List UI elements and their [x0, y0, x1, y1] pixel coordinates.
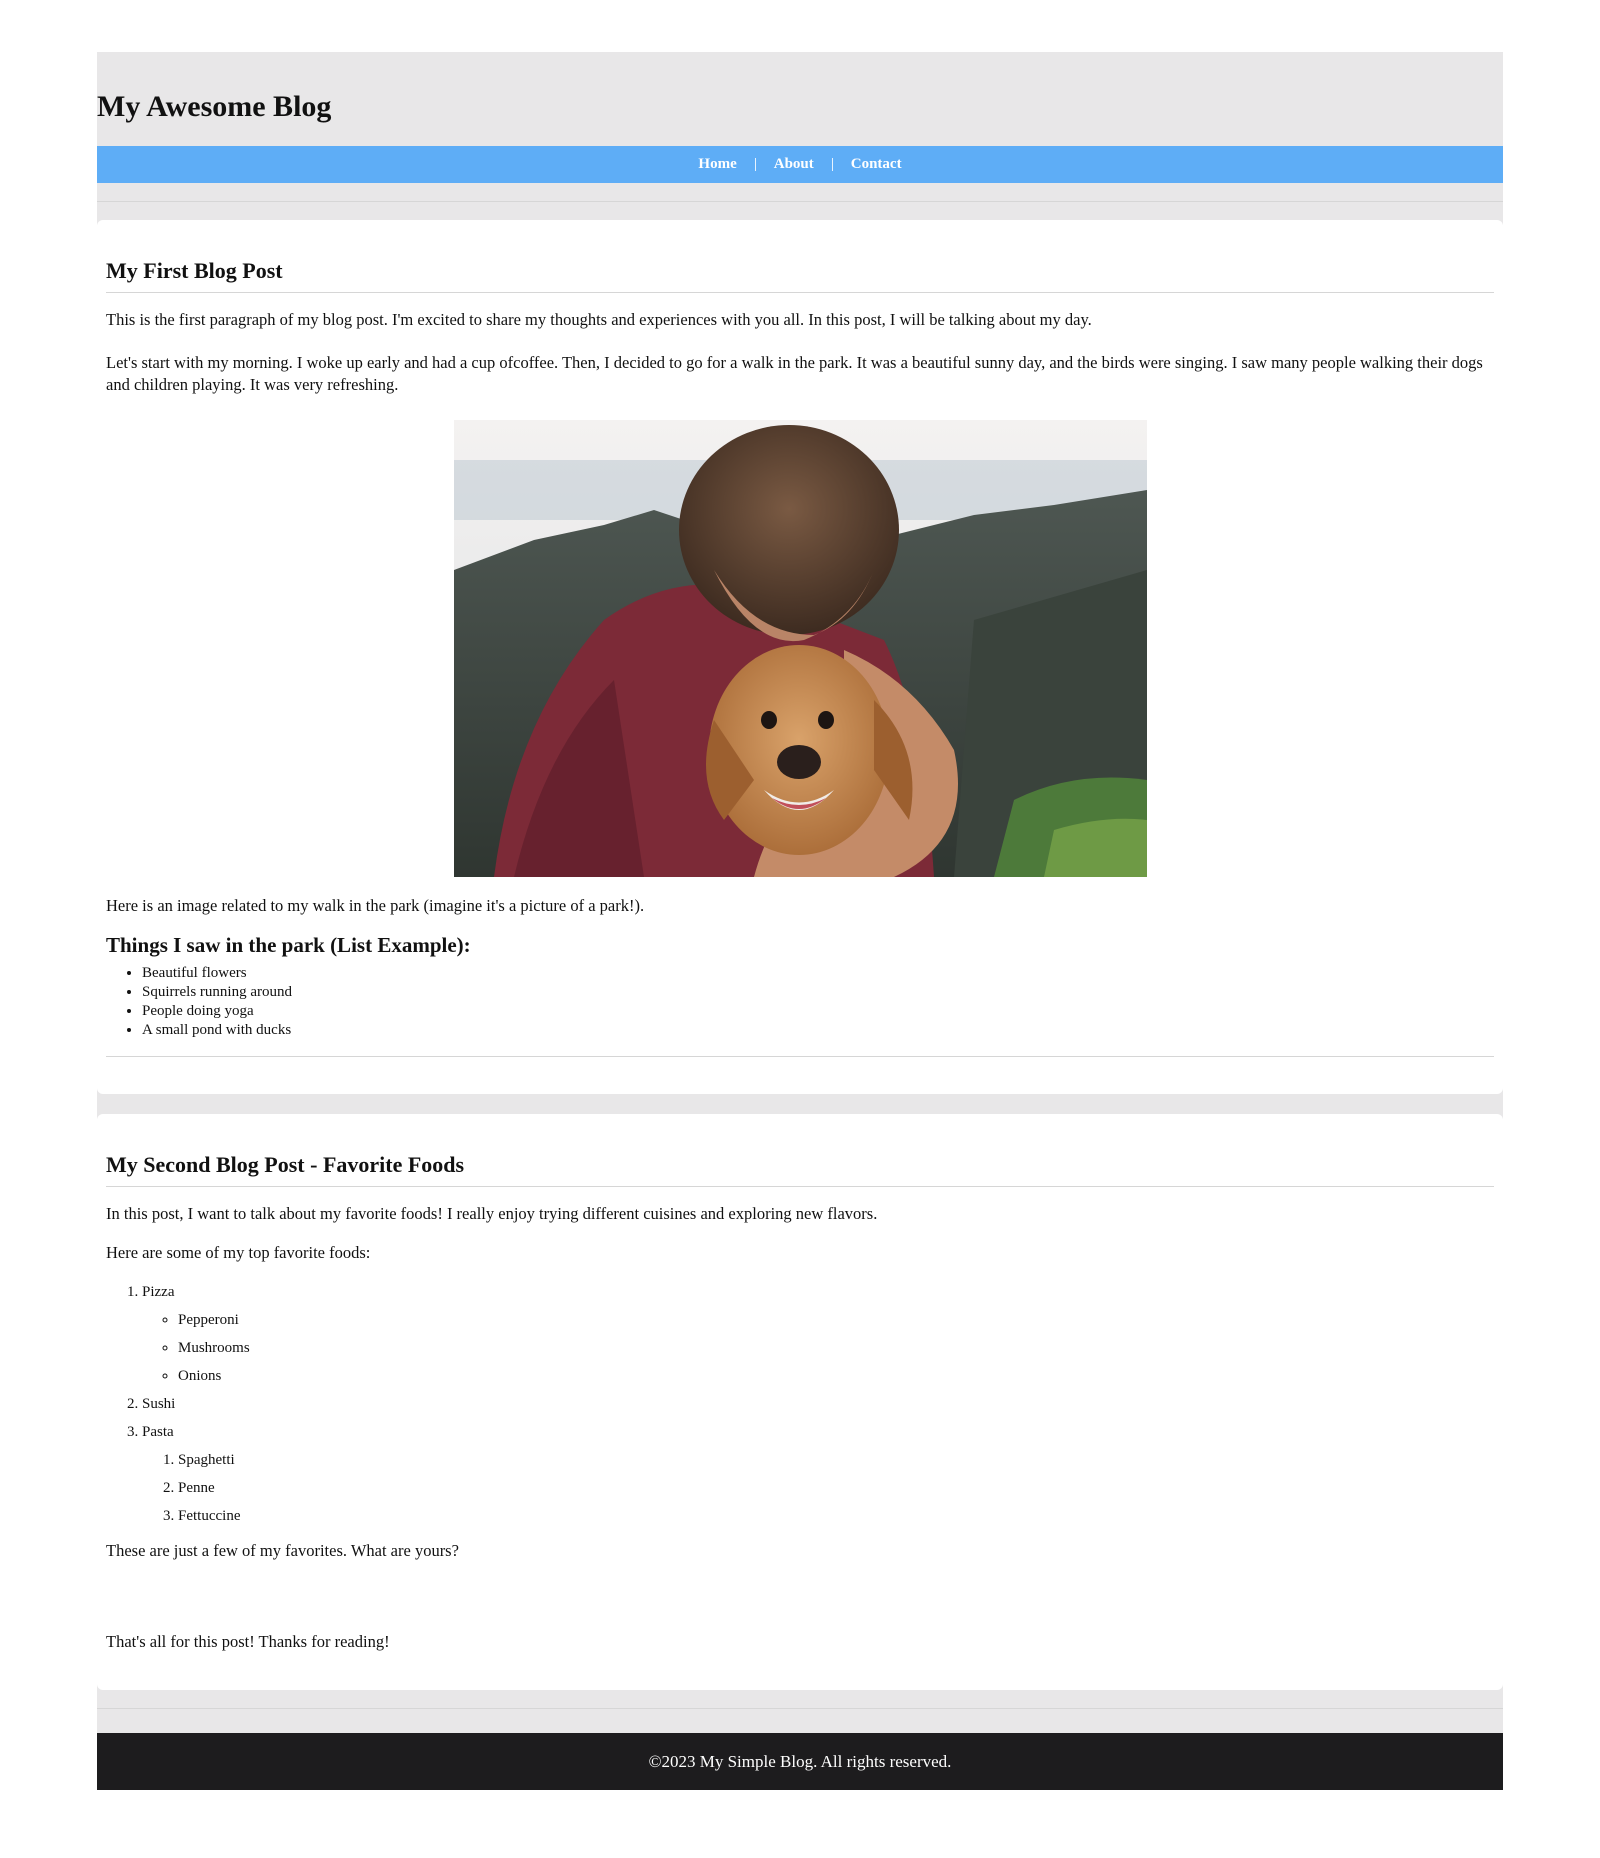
list-item: Penne	[178, 1474, 1494, 1502]
food-item: Pizza	[142, 1283, 175, 1300]
post-title: My Second Blog Post - Favorite Foods	[106, 1151, 1494, 1187]
list-item: Spaghetti	[178, 1446, 1494, 1474]
food-item: Pasta	[142, 1423, 174, 1440]
page-container: My Awesome Blog Home About Contact My Fi…	[97, 52, 1503, 1790]
nav-separator	[831, 158, 833, 171]
list-item: Sushi	[142, 1390, 1494, 1418]
nav-about-link[interactable]: About	[756, 156, 832, 173]
list-item: Pasta Spaghetti Penne Fettuccine	[142, 1418, 1494, 1530]
favorite-foods-list: Pizza Pepperoni Mushrooms Onions Sushi P…	[106, 1278, 1494, 1530]
post-divider	[106, 1055, 1494, 1057]
list-item: Pizza Pepperoni Mushrooms Onions	[142, 1278, 1494, 1390]
post-paragraph: Let's start with my morning. I woke up e…	[106, 352, 1483, 394]
site-title: My Awesome Blog	[97, 90, 332, 123]
post-paragraph: Here are some of my top favorite foods:	[106, 1242, 371, 1262]
post-paragraph: In this post, I want to talk about my fa…	[106, 1203, 878, 1223]
list-item: Mushrooms	[178, 1334, 1494, 1362]
main-content: My First Blog Post This is the first par…	[97, 220, 1503, 1709]
nav-home-link[interactable]: Home	[680, 156, 754, 173]
pasta-types-list: Spaghetti Penne Fettuccine	[142, 1446, 1494, 1530]
blog-post-first: My First Blog Post This is the first par…	[97, 220, 1503, 1094]
post-paragraph: These are just a few of my favorites. Wh…	[106, 1540, 459, 1560]
post-title: My First Blog Post	[106, 257, 1494, 293]
list-item: Onions	[178, 1362, 1494, 1390]
post-image-container	[106, 419, 1494, 877]
list-item: Squirrels running around	[142, 983, 1494, 1002]
park-list: Beautiful flowers Squirrels running arou…	[106, 964, 1494, 1040]
site-footer: ©2023 My Simple Blog. All rights reserve…	[97, 1733, 1503, 1790]
site-header: My Awesome Blog	[97, 52, 1503, 146]
list-item: People doing yoga	[142, 1002, 1494, 1021]
pizza-toppings-list: Pepperoni Mushrooms Onions	[142, 1306, 1494, 1390]
post-paragraph: That's all for this post! Thanks for rea…	[106, 1631, 390, 1651]
list-item: Beautiful flowers	[142, 964, 1494, 983]
post-paragraph: This is the first paragraph of my blog p…	[106, 309, 1092, 329]
divider	[97, 1708, 1503, 1709]
main-nav: Home About Contact	[97, 146, 1503, 183]
blog-post-second: My Second Blog Post - Favorite Foods In …	[97, 1114, 1503, 1690]
park-photo-image	[453, 419, 1147, 877]
list-item: Fettuccine	[178, 1502, 1494, 1530]
list-item: Pepperoni	[178, 1306, 1494, 1334]
footer-text: ©2023 My Simple Blog. All rights reserve…	[648, 1751, 952, 1771]
nav-contact-link[interactable]: Contact	[833, 156, 920, 173]
list-item: A small pond with ducks	[142, 1021, 1494, 1040]
image-caption: Here is an image related to my walk in t…	[106, 895, 645, 915]
nav-separator	[754, 158, 756, 171]
list-heading: Things I saw in the park (List Example):	[106, 932, 471, 957]
